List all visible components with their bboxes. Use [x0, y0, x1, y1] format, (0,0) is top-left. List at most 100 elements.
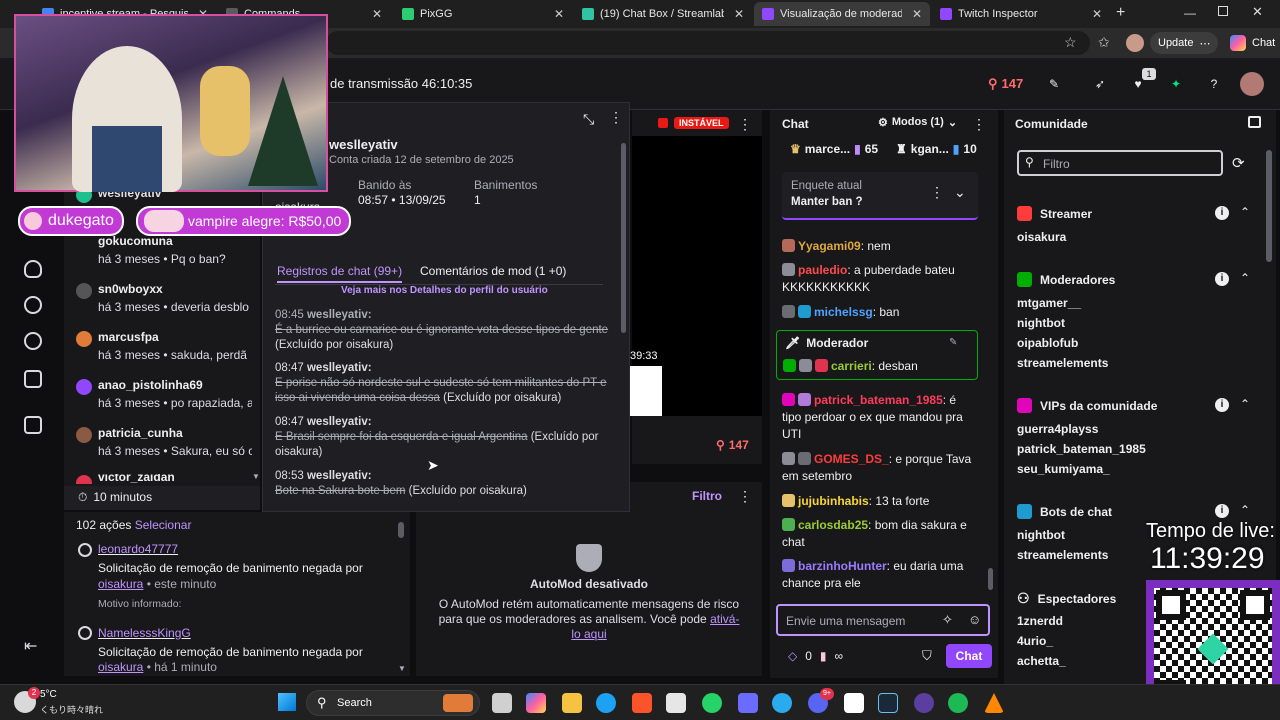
steam-icon[interactable]: [878, 693, 898, 713]
shield-icon[interactable]: ⛉: [922, 648, 932, 664]
info-icon[interactable]: i: [1215, 398, 1229, 412]
channel-points[interactable]: ◇ 0 ▮ ∞: [788, 649, 843, 663]
close-icon[interactable]: ✕: [1092, 7, 1102, 21]
maximize-button[interactable]: [1218, 6, 1228, 16]
magic-icon[interactable]: ✧: [942, 612, 953, 628]
new-tab-button[interactable]: +: [1116, 4, 1125, 22]
community-user[interactable]: oisakura: [1017, 230, 1066, 244]
community-user[interactable]: achetta_: [1017, 654, 1066, 668]
sparkle-icon[interactable]: ✦: [1162, 70, 1190, 98]
community-user[interactable]: 4urio_: [1017, 634, 1053, 648]
list-item[interactable]: anao_pistolinha69 há 3 meses • po rapazi…: [76, 378, 256, 422]
copilot-icon[interactable]: [526, 693, 546, 713]
tab-pixgg[interactable]: PixGG ✕: [394, 2, 572, 26]
telegram-icon[interactable]: [772, 693, 792, 713]
vlc-icon[interactable]: [984, 693, 1004, 713]
refresh-icon[interactable]: ⟳: [1232, 154, 1245, 172]
rocket-icon[interactable]: ➶: [1086, 70, 1114, 98]
more-options-icon[interactable]: ⋮: [609, 109, 623, 126]
more-options-icon[interactable]: ⋮: [738, 116, 752, 133]
scroll-down-icon[interactable]: ▼: [252, 472, 260, 481]
chevron-up-icon[interactable]: ⌃: [1240, 503, 1250, 517]
tab-streamlabs[interactable]: (19) Chat Box / Streamlabs ✕: [574, 2, 752, 26]
spotify-icon[interactable]: [948, 693, 968, 713]
update-button[interactable]: Update ⋯: [1150, 32, 1219, 54]
community-user[interactable]: nightbot: [1017, 528, 1065, 542]
profile-details-link[interactable]: Veja mais nos Detalhes do perfil do usuá…: [341, 285, 548, 296]
help-icon[interactable]: ?: [1200, 70, 1228, 98]
send-chat-button[interactable]: Chat: [946, 644, 992, 668]
copilot-chat-button[interactable]: Chat: [1222, 32, 1280, 54]
collections-icon[interactable]: ✩: [1098, 34, 1110, 51]
emoji-icon[interactable]: ☺: [968, 612, 981, 627]
list-item[interactable]: sn0wboyxx há 3 meses • deveria desblo: [76, 282, 256, 326]
chat-input[interactable]: Envie uma mensagem ✧ ☺: [776, 604, 990, 636]
taskbar-search[interactable]: ⚲ Search: [306, 690, 480, 716]
chevron-up-icon[interactable]: ⌃: [1240, 271, 1250, 285]
more-options-icon[interactable]: ⋮: [738, 488, 752, 505]
community-user[interactable]: oipablofub: [1017, 336, 1078, 350]
brave-icon[interactable]: [632, 693, 652, 713]
group-header-viewers[interactable]: ⚇ Espectadores: [1017, 590, 1116, 607]
whatsapp-icon[interactable]: [702, 693, 722, 713]
tab-mod-comments[interactable]: Comentários de mod (1 +0): [420, 264, 566, 278]
chat-modes-button[interactable]: ⚙ Modos (1) ⌄: [878, 116, 957, 129]
user-avatar[interactable]: [1240, 72, 1264, 96]
windows-start-icon[interactable]: [278, 693, 296, 711]
action-user-link[interactable]: leonardo47777: [98, 542, 178, 556]
history-icon[interactable]: [24, 296, 42, 314]
list-item[interactable]: gokucomuna há 3 meses • Pq o ban?: [76, 234, 256, 278]
exit-icon[interactable]: ⇤: [24, 636, 37, 656]
more-options-icon[interactable]: ⋮: [930, 184, 944, 201]
chevron-up-icon[interactable]: ⌃: [1240, 205, 1250, 219]
edit-icon[interactable]: ✎: [1040, 70, 1068, 98]
close-icon[interactable]: ✕: [912, 7, 922, 21]
profile-avatar[interactable]: [1126, 34, 1144, 52]
community-user[interactable]: seu_kumiyama_: [1017, 462, 1110, 476]
url-input[interactable]: [326, 31, 1090, 55]
community-user[interactable]: nightbot: [1017, 316, 1065, 330]
panel-toggle-icon[interactable]: [1248, 116, 1261, 128]
community-user[interactable]: guerra4playss: [1017, 422, 1098, 436]
poll-banner[interactable]: Enquete atual Manter ban ? ⋮ ⌄: [782, 172, 978, 220]
pencil-icon[interactable]: ✎: [949, 337, 957, 348]
capcut-icon[interactable]: [844, 693, 864, 713]
file-explorer-icon[interactable]: [562, 693, 582, 713]
info-icon[interactable]: i: [1215, 272, 1229, 286]
task-view-icon[interactable]: [492, 693, 512, 713]
close-window-button[interactable]: ✕: [1252, 4, 1263, 20]
action-user-link[interactable]: NamelesssKingG: [98, 626, 191, 640]
store-icon[interactable]: [666, 693, 686, 713]
group-header-moderators[interactable]: Moderadores: [1017, 272, 1115, 287]
list-item[interactable]: patricia_cunha há 3 meses • Sakura, eu s…: [76, 426, 256, 470]
message-icon[interactable]: [24, 370, 42, 388]
group-header-bots[interactable]: Bots de chat: [1017, 504, 1112, 519]
clock-icon[interactable]: [24, 332, 42, 350]
scrollbar[interactable]: [621, 143, 626, 333]
app-icon[interactable]: [738, 693, 758, 713]
community-user[interactable]: 1znerdd: [1017, 614, 1063, 628]
chevron-up-icon[interactable]: ⌃: [1240, 397, 1250, 411]
close-icon[interactable]: ✕: [554, 7, 564, 21]
chevron-down-icon[interactable]: ⌄: [954, 184, 966, 201]
list-item[interactable]: victor_zaidan: [76, 474, 256, 484]
community-user[interactable]: patrick_bateman_1985: [1017, 442, 1146, 456]
community-user[interactable]: mtgamer__: [1017, 296, 1081, 310]
scrollbar[interactable]: [988, 568, 993, 590]
group-header-streamer[interactable]: Streamer: [1017, 206, 1092, 221]
community-user[interactable]: streamelements: [1017, 356, 1108, 370]
community-user[interactable]: streamelements: [1017, 548, 1108, 562]
info-icon[interactable]: i: [1215, 504, 1229, 518]
close-icon[interactable]: ✕: [372, 7, 382, 21]
edge-icon[interactable]: [596, 693, 616, 713]
tab-mod-view[interactable]: Visualização de moderadores ✕: [754, 2, 930, 26]
scroll-down-icon[interactable]: ▼: [398, 664, 406, 673]
community-filter-input[interactable]: ⚲ Filtro: [1017, 150, 1223, 176]
list-item[interactable]: marcusfpa há 3 meses • sakuda, perdã: [76, 330, 256, 374]
filter-button[interactable]: Filtro: [692, 489, 722, 503]
collapse-icon[interactable]: ⤡: [583, 111, 594, 128]
close-icon[interactable]: ✕: [734, 7, 744, 21]
favorite-star-icon[interactable]: ☆: [1064, 34, 1077, 51]
obs-icon[interactable]: [914, 693, 934, 713]
edit-layout-icon[interactable]: [24, 416, 42, 434]
